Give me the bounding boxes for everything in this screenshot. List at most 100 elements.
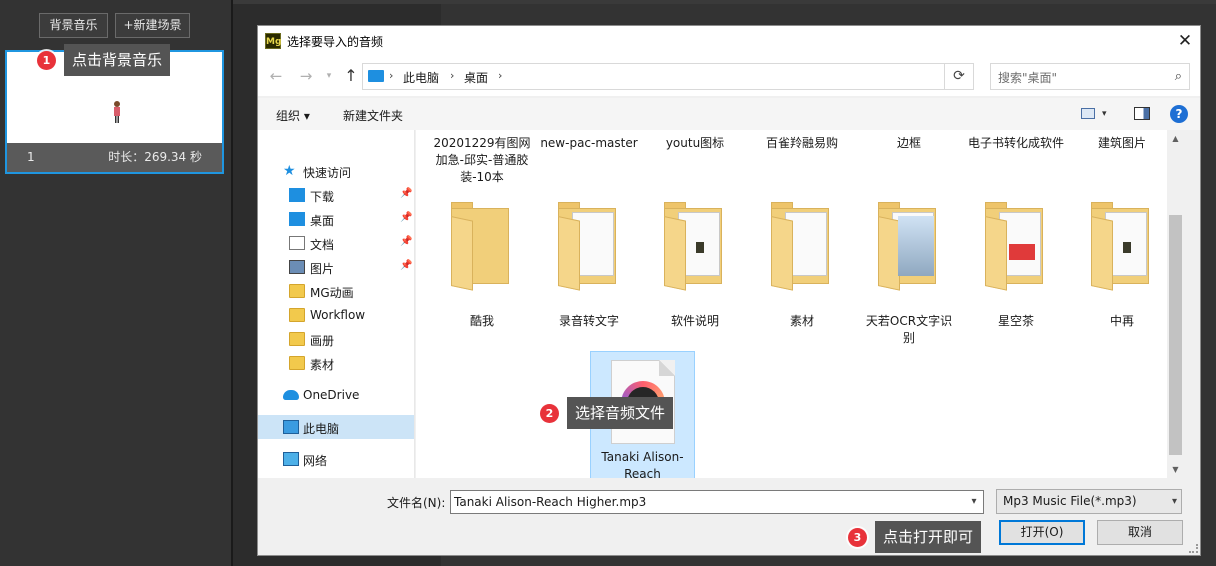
scroll-down-icon[interactable]: ▼ — [1167, 461, 1184, 478]
background-music-button[interactable]: 背景音乐 — [39, 13, 108, 38]
dialog-titlebar: Mg 选择要导入的音频 ✕ — [258, 26, 1200, 56]
folder-icon[interactable] — [664, 202, 728, 291]
sidebar-item[interactable]: 素材 — [258, 351, 414, 375]
step-instruction: 点击背景音乐 — [64, 44, 171, 76]
folder-label[interactable]: 星空茶 — [967, 313, 1065, 330]
forward-arrow-icon[interactable]: → — [297, 67, 315, 85]
sidebar-item-label: OneDrive — [303, 388, 360, 402]
download-icon — [289, 188, 305, 202]
dialog-title: 选择要导入的音频 — [287, 35, 384, 49]
step-number-badge: 3 — [848, 527, 867, 547]
sidebar-item[interactable]: 下载 📌 — [258, 183, 414, 207]
pin-icon[interactable]: 📌 — [400, 188, 412, 199]
sidebar-item[interactable]: 网络 — [258, 447, 414, 471]
folder-front — [771, 216, 793, 291]
page-fold — [659, 360, 675, 376]
vertical-scrollbar[interactable]: ▲ ▼ — [1167, 130, 1184, 478]
chevron-down-icon: ▾ — [1102, 109, 1107, 119]
new-folder-button[interactable]: 新建文件夹 — [343, 107, 403, 124]
folder-icon — [289, 284, 305, 298]
network-icon — [283, 452, 299, 466]
folder-icon — [289, 308, 305, 322]
address-bar[interactable]: › 此电脑 › 桌面 › ▾ — [362, 63, 973, 90]
organize-menu-button[interactable]: 组织 ▾ — [276, 107, 310, 124]
callout-step-3: 3 点击打开即可 — [848, 521, 982, 553]
folder-label[interactable]: 录音转文字 — [540, 313, 638, 330]
folder-label[interactable]: 酷我 — [433, 313, 531, 330]
command-bar: 组织 ▾ 新建文件夹 ▾ ? — [258, 98, 1200, 130]
sidebar-item-label: 文档 — [310, 238, 335, 252]
folder-icon[interactable] — [771, 202, 835, 291]
breadcrumb-desktop[interactable]: 桌面 — [464, 69, 488, 86]
scene-index: 1 — [27, 150, 35, 164]
pin-icon[interactable]: 📌 — [400, 236, 412, 247]
up-arrow-icon[interactable]: ↑ — [342, 67, 360, 85]
sidebar-item[interactable]: MG动画 — [258, 279, 414, 303]
folder-icon[interactable] — [558, 202, 622, 291]
close-icon[interactable]: ✕ — [1170, 26, 1200, 56]
callout-step-1: 1 点击背景音乐 — [37, 44, 171, 76]
filename-input[interactable]: Tanaki Alison-Reach Higher.mp3 ▾ — [450, 490, 984, 514]
selected-file-name: Tanaki Alison-Reach Higher.mp3 — [601, 450, 684, 478]
new-scene-button[interactable]: +新建场景 — [115, 13, 190, 38]
folder-icon[interactable] — [878, 202, 942, 291]
refresh-icon[interactable]: ⟳ — [944, 63, 974, 90]
help-icon[interactable]: ? — [1170, 105, 1188, 123]
pdf-icon — [1009, 244, 1035, 260]
open-button[interactable]: 打开(O) — [999, 520, 1085, 545]
folder-label[interactable]: 20201229有图网加急-邱实-普通胶装-10本 — [433, 135, 531, 186]
scrollbar-thumb[interactable] — [1169, 215, 1182, 455]
folder-label[interactable]: 电子书转化成软件 — [967, 135, 1065, 152]
folder-label[interactable]: 软件说明 — [646, 313, 744, 330]
cancel-button[interactable]: 取消 — [1097, 520, 1183, 545]
folder-front — [985, 216, 1007, 291]
folder-label[interactable]: youtu图标 — [646, 135, 744, 152]
resize-grip-icon[interactable] — [1189, 544, 1198, 553]
sidebar-item[interactable]: Workflow — [258, 303, 414, 327]
file-thumbnail-icon — [696, 242, 704, 253]
breadcrumb-this-pc[interactable]: 此电脑 — [403, 69, 439, 86]
folder-label[interactable]: new-pac-master — [540, 135, 638, 152]
sidebar-item-label: 下载 — [310, 190, 335, 204]
pc-icon — [283, 420, 299, 434]
folder-front — [878, 216, 900, 291]
file-type-select[interactable]: Mp3 Music File(*.mp3) ▾ — [996, 489, 1182, 514]
search-placeholder: 搜索"桌面" — [998, 71, 1058, 85]
chevron-down-icon[interactable]: ▾ — [965, 491, 983, 513]
sidebar-item[interactable]: 文档 📌 — [258, 231, 414, 255]
sidebar-item-label: 桌面 — [310, 214, 335, 228]
folder-front — [664, 216, 686, 291]
sidebar-item[interactable]: ★ 快速访问 — [258, 159, 414, 183]
search-input[interactable]: 搜索"桌面" ⌕ — [990, 63, 1190, 90]
change-view-button[interactable]: ▾ — [1081, 106, 1113, 122]
back-arrow-icon[interactable]: ← — [267, 67, 285, 85]
breadcrumb-separator: › — [450, 69, 455, 82]
navigation-pane: ★ 快速访问 下载 📌 桌面 📌 文档 📌 图片 📌 MG动画 Workflow 画册 素材 OneDriv… — [258, 130, 415, 478]
folder-label[interactable]: 百雀羚融易购 — [753, 135, 851, 152]
sidebar-item[interactable]: 桌面 📌 — [258, 207, 414, 231]
folder-label[interactable]: 边框 — [860, 135, 958, 152]
pin-icon[interactable]: 📌 — [400, 212, 412, 223]
folder-icon[interactable] — [451, 202, 515, 291]
view-icon — [1081, 108, 1095, 119]
folder-label[interactable]: 素材 — [753, 313, 851, 330]
pin-icon[interactable]: 📌 — [400, 260, 412, 271]
cloud-icon — [283, 390, 299, 400]
file-type-value: Mp3 Music File(*.mp3) — [1003, 494, 1137, 508]
folder-icon[interactable] — [1091, 202, 1155, 291]
callout-step-2: 2 选择音频文件 — [540, 397, 674, 429]
sidebar-item-label: Workflow — [310, 308, 366, 322]
sidebar-item[interactable]: 画册 — [258, 327, 414, 351]
sidebar-item[interactable]: 图片 📌 — [258, 255, 414, 279]
recent-locations-icon[interactable]: ▾ — [320, 67, 338, 85]
sidebar-item-label: MG动画 — [310, 286, 354, 300]
folder-icon[interactable] — [985, 202, 1049, 291]
filename-label: 文件名(N): — [387, 496, 446, 510]
sidebar-item[interactable]: 此电脑 — [258, 415, 414, 439]
folder-label[interactable]: 中再 — [1073, 313, 1171, 330]
folder-label[interactable]: 天若OCR文字识别 — [860, 313, 958, 347]
open-file-dialog: Mg 选择要导入的音频 ✕ ← → ▾ ↑ › 此电脑 › 桌面 › ▾ ⟳ 搜… — [257, 25, 1201, 556]
preview-pane-icon[interactable] — [1134, 107, 1150, 120]
sidebar-item[interactable]: OneDrive — [258, 383, 414, 407]
folder-label[interactable]: 建筑图片 — [1073, 135, 1171, 152]
